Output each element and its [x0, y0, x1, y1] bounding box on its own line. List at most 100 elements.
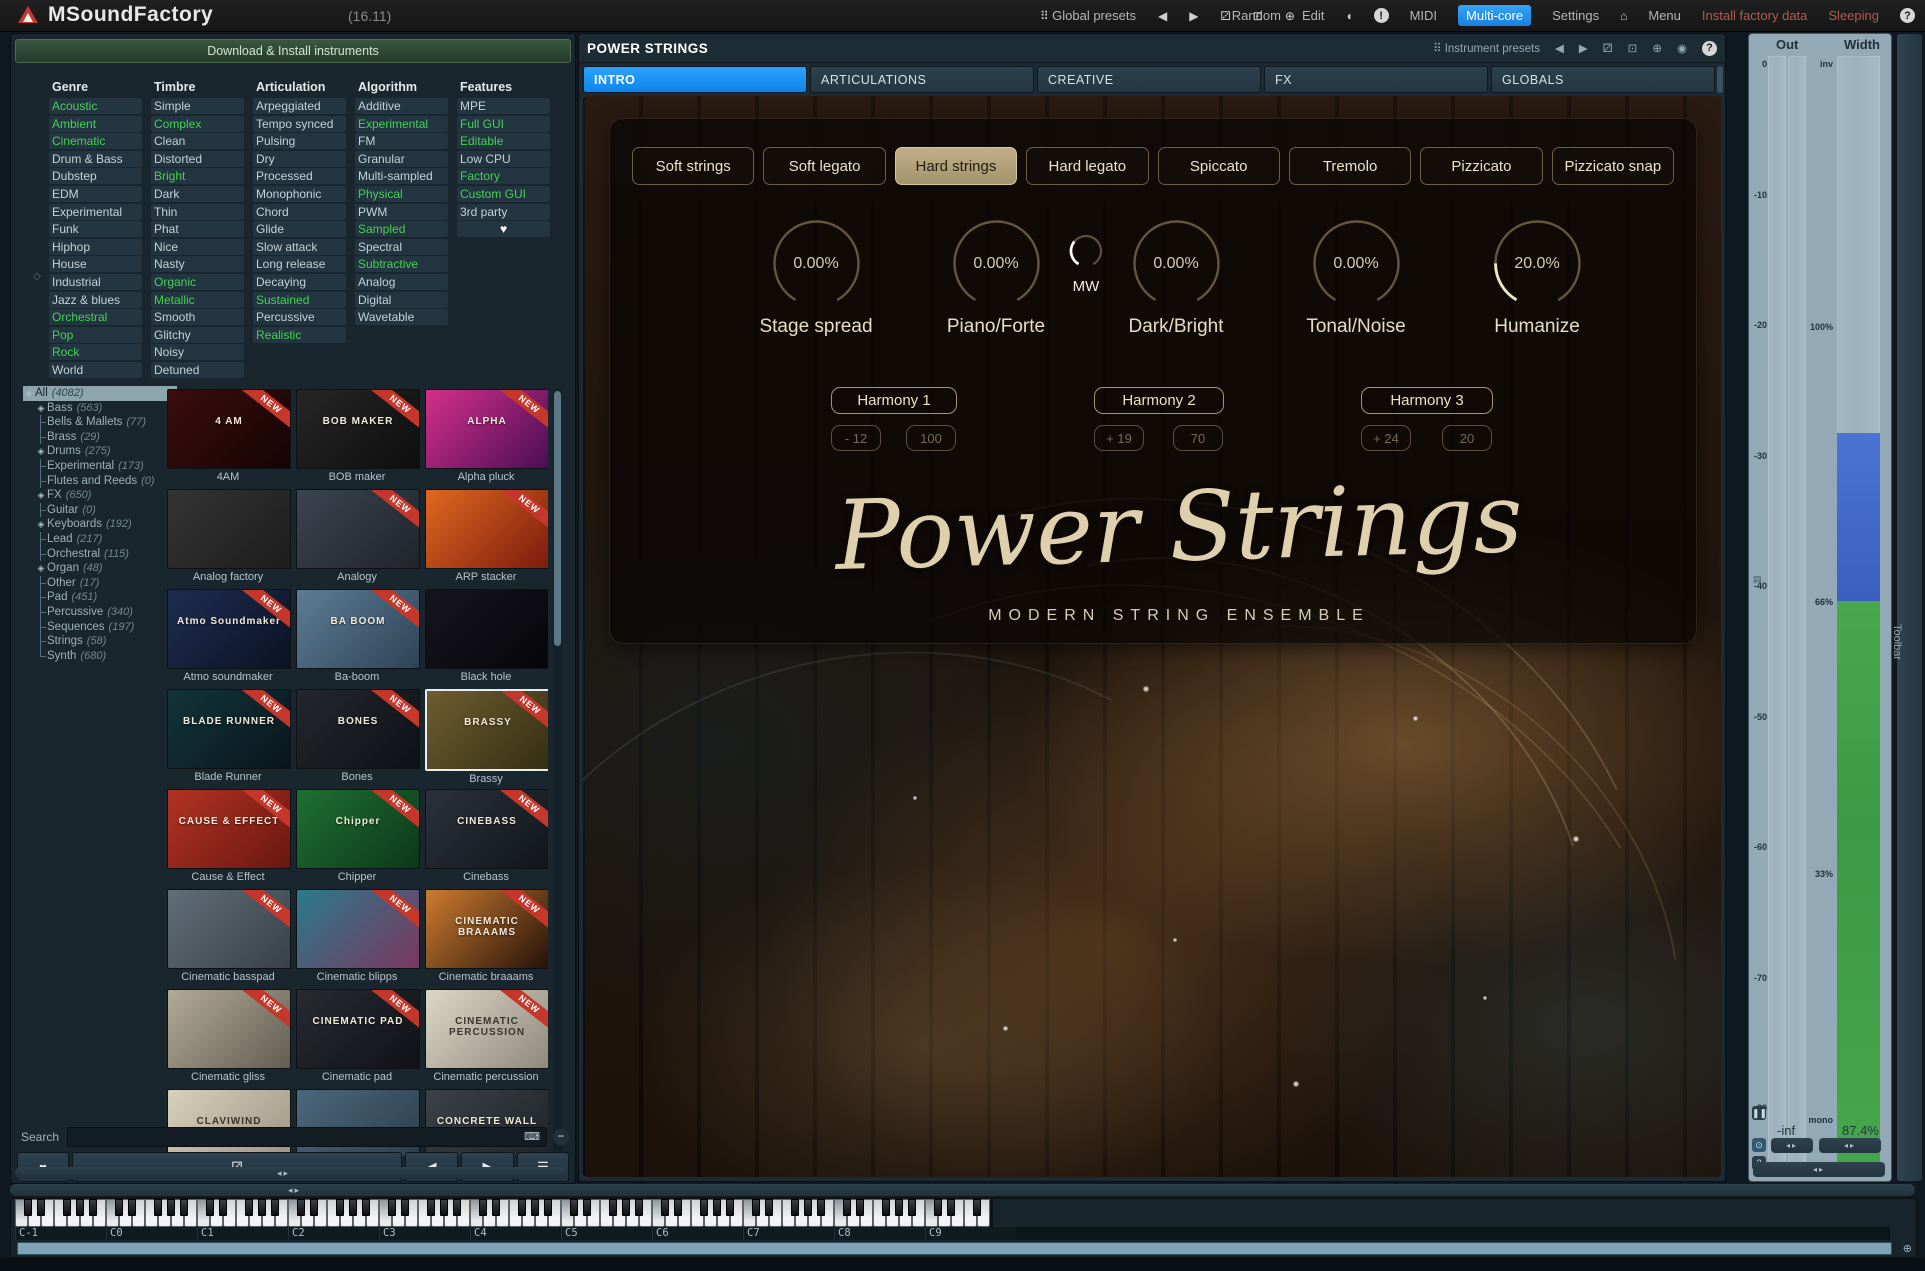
- filter-item[interactable]: World: [49, 361, 142, 378]
- harmony-button[interactable]: Harmony 3: [1361, 387, 1493, 414]
- tile-artwork[interactable]: BA BOOM NEW: [296, 589, 420, 669]
- filter-item[interactable]: Tempo synced: [253, 115, 346, 132]
- filter-item[interactable]: Industrial: [49, 273, 142, 290]
- black-key[interactable]: [245, 1199, 253, 1216]
- clear-search-icon[interactable]: −: [553, 1129, 569, 1145]
- black-key[interactable]: [934, 1199, 942, 1216]
- black-key[interactable]: [531, 1199, 539, 1216]
- black-key[interactable]: [89, 1199, 97, 1216]
- randomize-die-icon[interactable]: ⚂: [1220, 9, 1230, 23]
- black-key[interactable]: [336, 1199, 344, 1216]
- black-key[interactable]: [661, 1199, 669, 1216]
- knob-dial[interactable]: 0.00%: [952, 219, 1041, 308]
- tile-artwork[interactable]: NEW: [296, 489, 420, 569]
- black-key[interactable]: [401, 1199, 409, 1216]
- filter-item[interactable]: Decaying: [253, 273, 346, 290]
- black-key[interactable]: [453, 1199, 461, 1216]
- instrument-tile[interactable]: BA BOOM NEW Ba-boom: [296, 589, 420, 685]
- instrument-tile[interactable]: Atmo Soundmaker NEW Atmo soundmaker: [167, 589, 291, 685]
- filter-item[interactable]: Orchestral: [49, 309, 142, 326]
- black-key[interactable]: [154, 1199, 162, 1216]
- black-key[interactable]: [167, 1199, 175, 1216]
- settings-button[interactable]: Settings: [1552, 8, 1599, 23]
- keyboard-resize-bar[interactable]: ◂▸: [10, 1184, 1915, 1196]
- articulation-button[interactable]: Spiccato: [1157, 147, 1280, 185]
- filter-item[interactable]: Factory: [457, 168, 550, 185]
- filter-item[interactable]: Nasty: [151, 256, 244, 273]
- black-key[interactable]: [440, 1199, 448, 1216]
- instrument-tile[interactable]: CINEMATIC PAD NEW Cinematic pad: [296, 989, 420, 1085]
- filter-item[interactable]: Experimental: [355, 115, 448, 132]
- tile-artwork[interactable]: Chipper NEW: [296, 789, 420, 869]
- black-key[interactable]: [895, 1199, 903, 1216]
- tree-item[interactable]: ◈ Bass (563): [23, 401, 177, 416]
- tile-artwork[interactable]: BONES NEW: [296, 689, 420, 769]
- tree-item[interactable]: ◈ FX (650): [23, 488, 177, 503]
- black-key[interactable]: [674, 1199, 682, 1216]
- knob-dial[interactable]: 0.00%: [1132, 219, 1221, 308]
- random-button[interactable]: Random: [1232, 8, 1281, 23]
- tree-item[interactable]: Pad (451): [23, 590, 177, 605]
- inst-random-icon[interactable]: ⚂: [1603, 41, 1613, 55]
- filter-item[interactable]: Multi-sampled: [355, 168, 448, 185]
- filter-item[interactable]: Sustained: [253, 291, 346, 308]
- tiles-scrollbar-thumb[interactable]: [554, 391, 561, 646]
- articulation-button[interactable]: Pizzicato: [1420, 147, 1543, 185]
- filter-item[interactable]: Simple: [151, 98, 244, 114]
- filter-item[interactable]: Subtractive: [355, 256, 448, 273]
- tile-artwork[interactable]: BLADE RUNNER NEW: [167, 689, 291, 769]
- filter-item[interactable]: Dark: [151, 185, 244, 202]
- instrument-tile[interactable]: Black hole: [425, 589, 548, 685]
- instrument-tile[interactable]: CINEMATIC BRAAAMS NEW Cinematic braaams: [425, 889, 548, 985]
- black-key[interactable]: [206, 1199, 214, 1216]
- inst-prev-icon[interactable]: ◀: [1555, 41, 1564, 55]
- instrument-tile[interactable]: BOB MAKER NEW BOB maker: [296, 389, 420, 485]
- harmony-button[interactable]: Harmony 1: [831, 387, 957, 414]
- black-key[interactable]: [37, 1199, 45, 1216]
- harmony-amount[interactable]: 70: [1173, 425, 1223, 451]
- black-key[interactable]: [258, 1199, 266, 1216]
- keyboard-scrollbar[interactable]: [17, 1242, 1892, 1255]
- filter-item[interactable]: Pulsing: [253, 133, 346, 150]
- filter-item[interactable]: Sampled: [355, 221, 448, 238]
- tree-item[interactable]: ◈ Keyboards (192): [23, 517, 177, 532]
- midi-button[interactable]: MIDI: [1410, 8, 1437, 23]
- harmony-button[interactable]: Harmony 2: [1094, 387, 1224, 414]
- tile-artwork[interactable]: BOB MAKER NEW: [296, 389, 420, 469]
- tile-artwork[interactable]: CINEMATIC PERCUSSION NEW: [425, 989, 548, 1069]
- harmony-semitones[interactable]: + 24: [1361, 425, 1411, 451]
- filter-scroll-handle[interactable]: ◇: [33, 271, 41, 282]
- tile-artwork[interactable]: NEW: [167, 989, 291, 1069]
- black-key[interactable]: [609, 1199, 617, 1216]
- tree-item[interactable]: Guitar (0): [23, 502, 177, 518]
- filter-item[interactable]: Noisy: [151, 344, 244, 361]
- filter-item[interactable]: Long release: [253, 256, 346, 273]
- black-key[interactable]: [817, 1199, 825, 1216]
- black-key[interactable]: [388, 1199, 396, 1216]
- tree-item[interactable]: Percussive (340): [23, 604, 177, 620]
- black-key[interactable]: [128, 1199, 136, 1216]
- black-key[interactable]: [882, 1199, 890, 1216]
- tile-artwork[interactable]: NEW: [167, 889, 291, 969]
- filter-item[interactable]: Glitchy: [151, 326, 244, 343]
- knob-dark-bright[interactable]: 0.00% Dark/Bright: [1116, 219, 1236, 338]
- filter-item[interactable]: Custom GUI: [457, 185, 550, 202]
- black-key[interactable]: [583, 1199, 591, 1216]
- black-key[interactable]: [63, 1199, 71, 1216]
- tree-item[interactable]: Brass (29): [23, 429, 177, 445]
- multicore-toggle[interactable]: Multi-core: [1458, 5, 1532, 26]
- favorites-filter-item[interactable]: ♥: [457, 221, 550, 238]
- tree-item[interactable]: Lead (217): [23, 531, 177, 547]
- filter-item[interactable]: Distorted: [151, 150, 244, 167]
- filter-item[interactable]: Jazz & blues: [49, 291, 142, 308]
- tab-globals[interactable]: GLOBALS: [1491, 66, 1715, 93]
- instrument-tile[interactable]: NEW Analogy: [296, 489, 420, 585]
- knob-dial[interactable]: 0.00%: [1312, 219, 1401, 308]
- filter-item[interactable]: Rock: [49, 344, 142, 361]
- tree-expand-icon[interactable]: ◈: [23, 386, 35, 401]
- filter-item[interactable]: Metallic: [151, 291, 244, 308]
- instrument-tile[interactable]: NEW Cinematic blipps: [296, 889, 420, 985]
- tile-artwork[interactable]: CINEBASS NEW: [425, 789, 548, 869]
- filter-item[interactable]: Low CPU: [457, 150, 550, 167]
- black-key[interactable]: [479, 1199, 487, 1216]
